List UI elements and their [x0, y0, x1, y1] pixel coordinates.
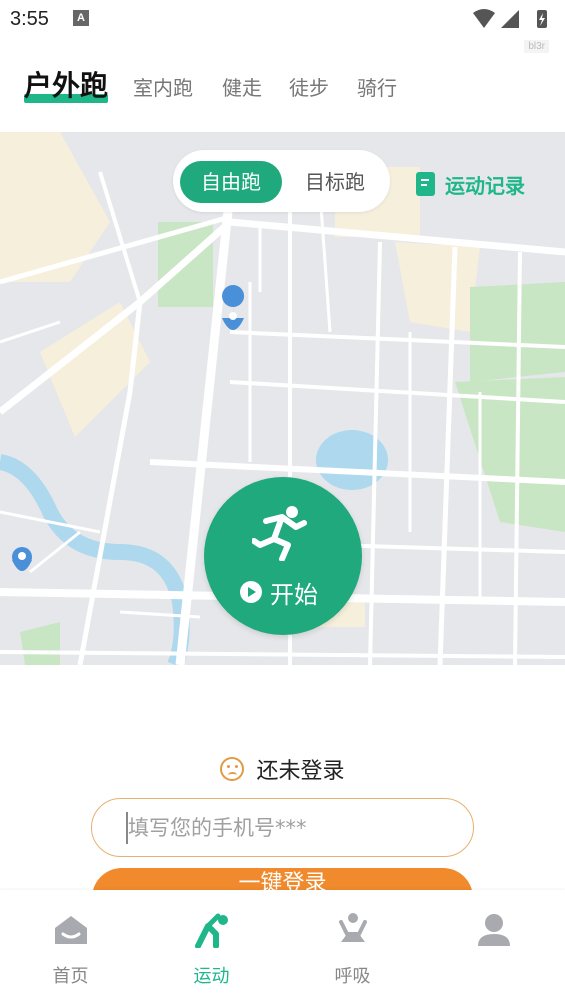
- exercise-records-link[interactable]: 运动记录: [416, 170, 525, 198]
- wifi-icon: [473, 9, 495, 28]
- start-row: 开始: [240, 577, 318, 609]
- runner-icon: [252, 506, 307, 561]
- start-label: 开始: [270, 580, 318, 609]
- exercise-icon: [194, 913, 228, 948]
- nav-exercise[interactable]: 运动: [141, 890, 282, 1004]
- notification-icon: A: [73, 10, 89, 26]
- records-icon: [416, 172, 435, 196]
- phone-number-input[interactable]: [91, 798, 474, 857]
- not-logged-in-text: 还未登录: [256, 759, 345, 784]
- sad-face-icon: [220, 757, 245, 781]
- tab-outdoor-run[interactable]: 户外跑: [24, 64, 108, 104]
- nav-breathing-label: 呼吸: [334, 966, 371, 987]
- login-status: 还未登录: [0, 752, 565, 786]
- nav-home-label: 首页: [52, 966, 89, 987]
- nav-profile[interactable]: [423, 890, 564, 1004]
- play-icon: [240, 581, 262, 603]
- start-run-button[interactable]: 开始: [204, 477, 362, 635]
- watermark: bl3r: [524, 40, 549, 53]
- nav-breathing[interactable]: 呼吸: [282, 890, 423, 1004]
- status-icons: [473, 9, 547, 28]
- nav-exercise-label: 运动: [193, 966, 230, 987]
- cellular-icon: [501, 10, 519, 28]
- bottom-navigation: 首页 运动 呼吸: [0, 890, 565, 1004]
- tab-indoor-run[interactable]: 室内跑: [133, 72, 193, 101]
- status-time: 3:55: [10, 8, 49, 30]
- tab-hike[interactable]: 徒步: [289, 72, 329, 101]
- sport-type-tabs: 户外跑 室内跑 健走 徒步 骑行: [24, 62, 544, 112]
- nav-home[interactable]: 首页: [0, 890, 141, 1004]
- status-bar: 3:55 A: [0, 0, 565, 40]
- free-run-button[interactable]: 自由跑: [180, 161, 282, 203]
- tab-walk[interactable]: 健走: [222, 72, 262, 101]
- home-icon: [54, 916, 87, 944]
- text-cursor: [126, 812, 128, 844]
- meditation-icon: [338, 913, 367, 942]
- tab-cycling[interactable]: 骑行: [357, 72, 397, 101]
- profile-icon: [477, 914, 510, 946]
- target-run-button[interactable]: 目标跑: [285, 161, 385, 203]
- run-mode-switch: 自由跑 目标跑: [173, 150, 390, 212]
- records-label: 运动记录: [445, 173, 525, 198]
